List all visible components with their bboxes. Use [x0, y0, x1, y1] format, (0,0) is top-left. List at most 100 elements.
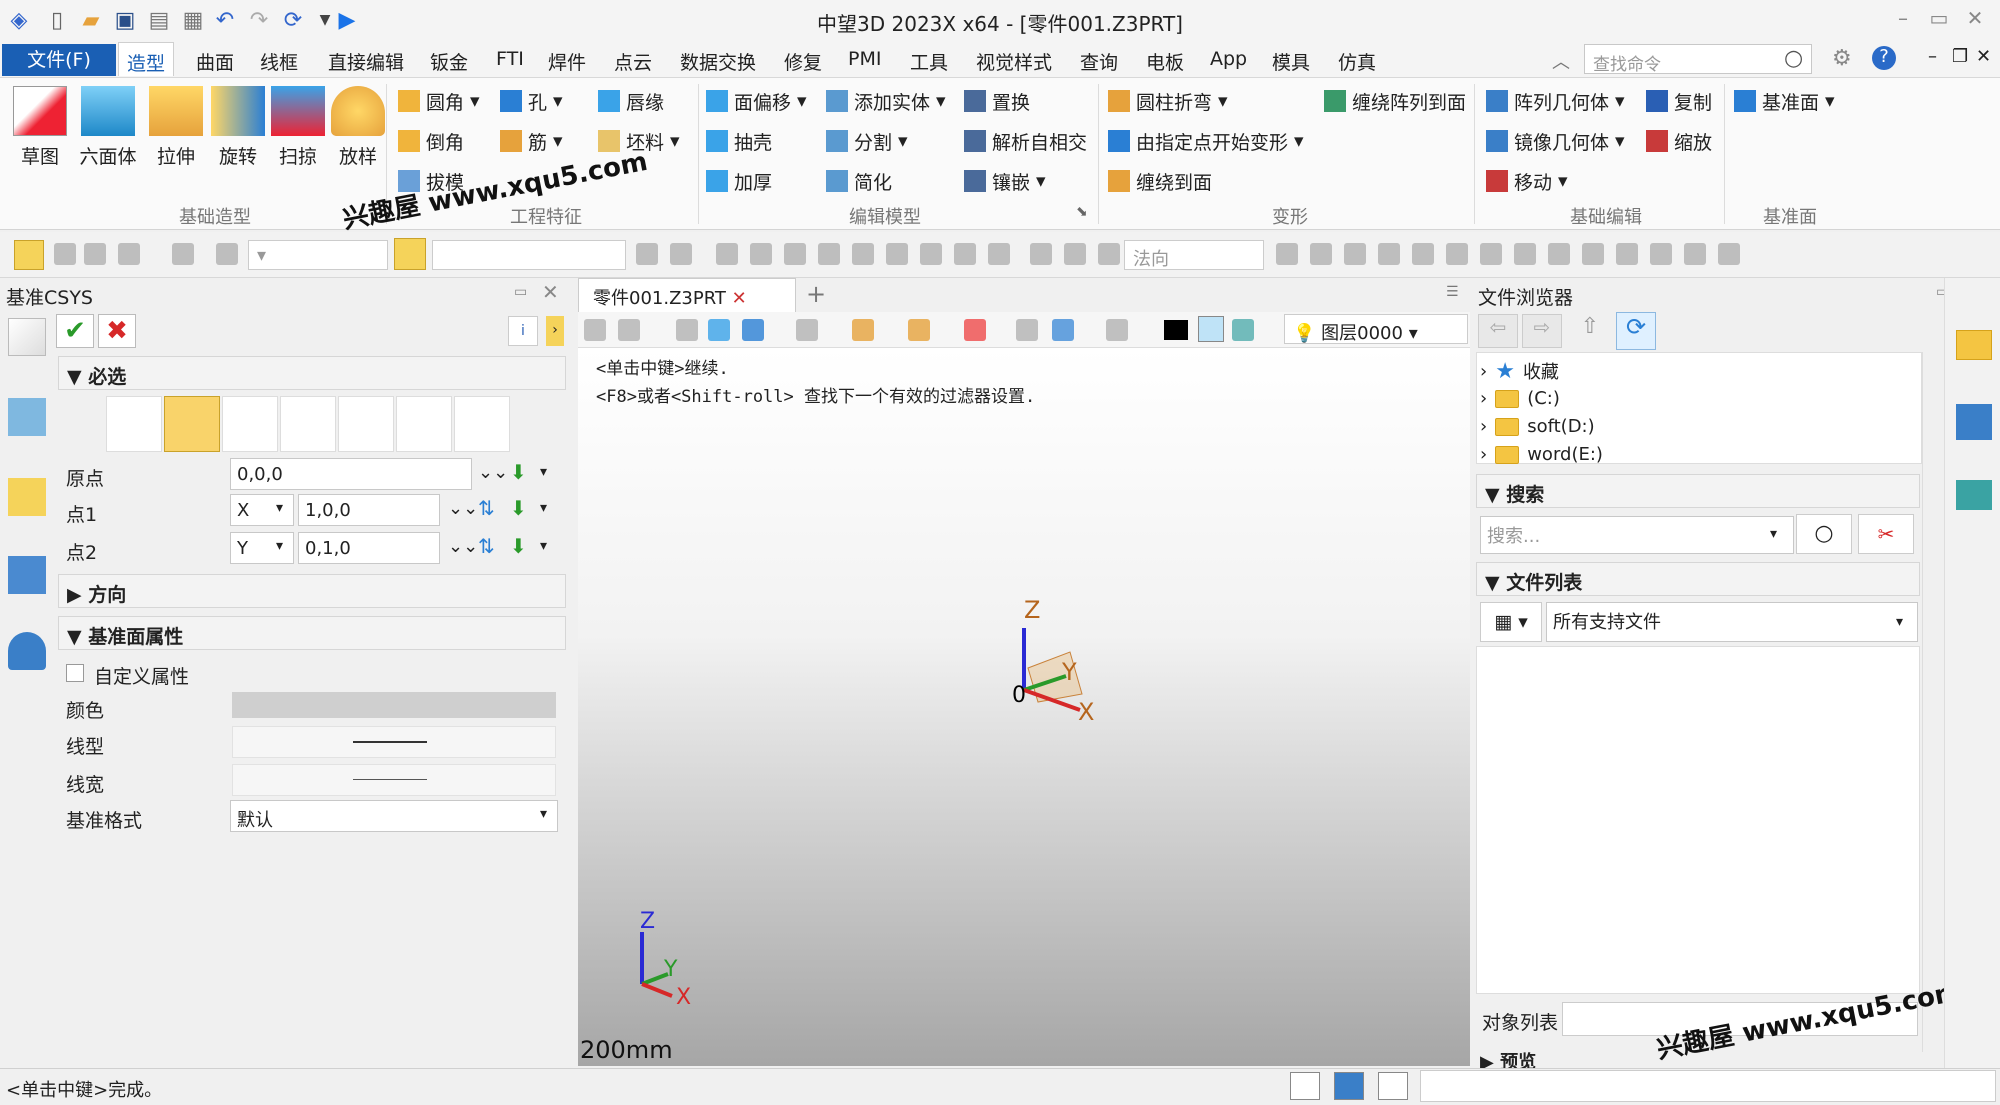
tree-item-d[interactable]: › soft(D:): [1480, 416, 1595, 437]
tab-mold[interactable]: 模具: [1272, 48, 1310, 75]
section-required[interactable]: ▼ 必选: [58, 356, 566, 390]
csys-type-axes-icon[interactable]: [280, 396, 336, 452]
tool-icon[interactable]: [1718, 243, 1740, 265]
rail-folder-icon[interactable]: [1956, 330, 1992, 360]
rib-button[interactable]: 筋 ▾: [500, 126, 563, 156]
point1-axis-select[interactable]: X: [230, 494, 294, 526]
tool-icon[interactable]: [1446, 243, 1468, 265]
dialog-launcher-icon[interactable]: ⬊: [1076, 204, 1088, 220]
tool-icon[interactable]: [1064, 243, 1086, 265]
tab-electrode[interactable]: 电板: [1146, 48, 1184, 75]
box-button[interactable]: 六面体: [76, 86, 140, 169]
view-wire-icon[interactable]: [796, 319, 818, 341]
tool-icon[interactable]: [1582, 243, 1604, 265]
command-search-input[interactable]: 查找命令: [1584, 44, 1812, 75]
doc-minimize-button[interactable]: –: [1928, 46, 1937, 67]
tab-direct-edit[interactable]: 直接编辑: [328, 48, 404, 75]
tool-icon[interactable]: [1276, 243, 1298, 265]
datum-format-dropdown-icon[interactable]: ▾: [540, 806, 547, 822]
origin-dropdown-icon[interactable]: ▾: [540, 464, 547, 480]
tool-icon[interactable]: [954, 243, 976, 265]
section-preview[interactable]: ▶ 预览: [1480, 1048, 1536, 1068]
csys-type-face-icon[interactable]: [338, 396, 394, 452]
view-cube-icon[interactable]: [742, 319, 764, 341]
user-tab-icon[interactable]: [8, 632, 46, 670]
chamfer-button[interactable]: 倒角: [398, 126, 464, 156]
tab-fti[interactable]: FTI: [496, 48, 524, 70]
tab-tools[interactable]: 工具: [910, 48, 948, 75]
add-solid-button[interactable]: 添加实体 ▾: [826, 86, 946, 116]
view-tab-icon[interactable]: [8, 478, 46, 516]
tool-icon[interactable]: [818, 243, 840, 265]
csys-type-curve-icon[interactable]: [454, 396, 510, 452]
tool-icon[interactable]: [1098, 243, 1120, 265]
tool-icon[interactable]: [1030, 243, 1052, 265]
csys-type-default-icon[interactable]: [106, 396, 162, 452]
wrap-pattern-button[interactable]: 缠绕阵列到面: [1324, 86, 1466, 116]
section-plane-props[interactable]: ▼ 基准面属性: [58, 616, 566, 650]
up-icon[interactable]: ⇧: [1570, 314, 1610, 348]
tab-list-icon[interactable]: ☰: [1446, 284, 1459, 300]
mirror-geometry-button[interactable]: 镜像几何体 ▾: [1486, 126, 1625, 156]
expand-icon[interactable]: ›: [546, 316, 564, 346]
line-width-select[interactable]: [232, 764, 556, 796]
pick-arrow-icon[interactable]: [14, 240, 44, 270]
move-button[interactable]: 移动 ▾: [1486, 166, 1568, 196]
copy-button[interactable]: 复制: [1646, 86, 1712, 116]
point1-axis-dropdown-icon[interactable]: ▾: [276, 500, 283, 516]
shell-button[interactable]: 抽壳: [706, 126, 772, 156]
tool-icon[interactable]: [1684, 243, 1706, 265]
tab-simulation[interactable]: 仿真: [1338, 48, 1376, 75]
command-input[interactable]: [1420, 1070, 1996, 1102]
tab-wireframe[interactable]: 线框: [260, 48, 298, 75]
view-tool-icon[interactable]: [584, 319, 606, 341]
tool-icon[interactable]: [920, 243, 942, 265]
tab-pmi[interactable]: PMI: [848, 48, 881, 70]
filter-combo[interactable]: ▾: [248, 240, 388, 270]
section-search[interactable]: ▼ 搜索: [1476, 474, 1920, 508]
view-style-icon[interactable]: [852, 319, 874, 341]
replace-button[interactable]: 置换: [964, 86, 1030, 116]
file-menu[interactable]: 文件(F): [2, 44, 116, 76]
section-direction[interactable]: ▶ 方向: [58, 574, 566, 608]
tool-icon[interactable]: [1378, 243, 1400, 265]
point2-axis-dropdown-icon[interactable]: ▾: [276, 538, 283, 554]
view-fit-icon[interactable]: [1016, 319, 1038, 341]
tab-sheet-metal[interactable]: 钣金: [430, 48, 468, 75]
point2-dropdown-icon[interactable]: ▾: [540, 538, 547, 554]
tool-icon[interactable]: [636, 243, 658, 265]
tool-icon[interactable]: [716, 243, 738, 265]
tool-icon[interactable]: [1514, 243, 1536, 265]
back-icon[interactable]: ⇦: [1478, 314, 1518, 348]
search-icon[interactable]: ○: [1784, 46, 1803, 71]
tool-icon[interactable]: [1616, 243, 1638, 265]
info-icon[interactable]: i: [508, 316, 538, 346]
point1-reverse-icon[interactable]: ⇅: [478, 496, 495, 520]
point2-options-icon[interactable]: ⌄⌄: [448, 536, 478, 557]
layer-manager-icon[interactable]: [1232, 319, 1254, 341]
tool-icon[interactable]: [852, 243, 874, 265]
tab-query[interactable]: 查询: [1080, 48, 1118, 75]
csys-type-three-points-icon[interactable]: [164, 396, 220, 452]
sweep-button[interactable]: 扫掠: [266, 86, 330, 169]
box-select-icon[interactable]: [118, 243, 140, 265]
view-display-icon[interactable]: [1106, 319, 1128, 341]
forward-icon[interactable]: ⇨: [1522, 314, 1562, 348]
simplify-button[interactable]: 简化: [826, 166, 892, 196]
add-icon[interactable]: [54, 243, 76, 265]
normal-direction-combo[interactable]: 法向: [1124, 240, 1264, 270]
panel-scrollbar[interactable]: [1922, 352, 1940, 1052]
face-offset-button[interactable]: 面偏移 ▾: [706, 86, 807, 116]
self-intersect-button[interactable]: 解析自相交: [964, 126, 1087, 156]
doc-restore-button[interactable]: ❐: [1952, 46, 1968, 67]
tab-weldment[interactable]: 焊件: [548, 48, 586, 75]
restore-button[interactable]: ▭: [1924, 6, 1954, 34]
tab-surface[interactable]: 曲面: [196, 48, 234, 75]
render-tab-icon[interactable]: [8, 556, 46, 594]
view-target-icon[interactable]: [964, 319, 986, 341]
collapse-ribbon-icon[interactable]: ︿: [1552, 48, 1570, 74]
csys-type-plane-icon[interactable]: [222, 396, 278, 452]
browser-search-input[interactable]: 搜索...: [1480, 516, 1794, 554]
tab-modeling[interactable]: 造型: [118, 42, 175, 76]
view-section-icon[interactable]: [908, 319, 930, 341]
